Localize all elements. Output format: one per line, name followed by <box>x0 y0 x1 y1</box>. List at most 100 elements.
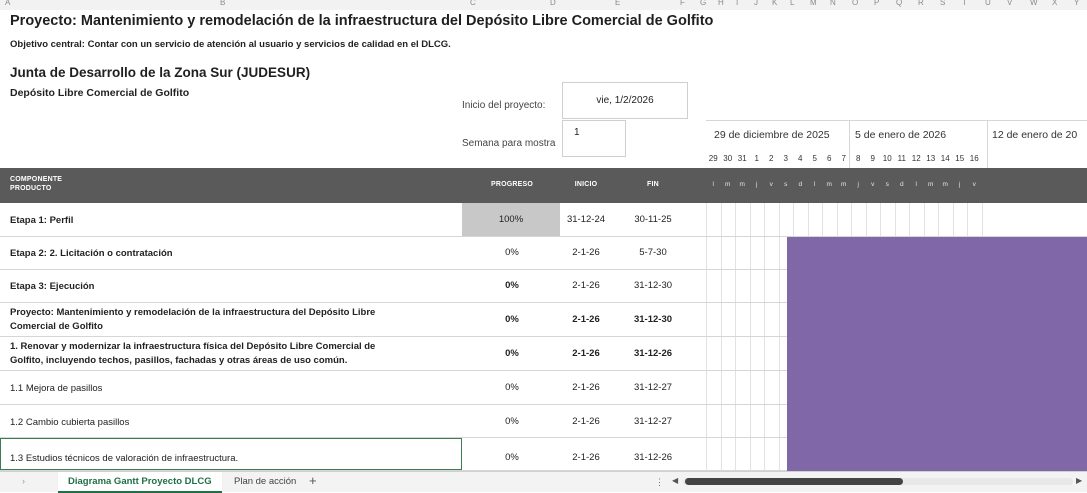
row-label: Etapa 3: Ejecución <box>10 281 95 292</box>
scroll-right-arrow-icon[interactable]: ▶ <box>1076 476 1082 485</box>
column-letter: C <box>470 0 476 7</box>
day-number: 16 <box>969 154 979 163</box>
column-letter: F <box>680 0 685 7</box>
table-row[interactable]: 1.2 Cambio cubierta pasillos 0% 2-1-26 3… <box>0 405 1087 438</box>
row-progress: 0% <box>505 416 519 427</box>
day-of-week: l <box>915 181 917 188</box>
day-number: 29 <box>708 154 718 163</box>
day-of-week: v <box>972 181 976 188</box>
table-row[interactable]: 1. Renovar y modernizar la infraestructu… <box>0 337 1087 371</box>
day-number: 7 <box>841 154 846 163</box>
horizontal-scrollbar[interactable] <box>683 478 1073 485</box>
day-number: 11 <box>897 154 906 163</box>
row-end: 31-12-26 <box>633 348 673 359</box>
calendar-header: 29 de diciembre de 2025 5 de enero de 20… <box>706 120 1087 169</box>
header-product: PRODUCTO <box>10 185 52 192</box>
day-number: 13 <box>926 154 936 163</box>
column-letter: I <box>736 0 739 7</box>
column-letter: H <box>718 0 724 7</box>
day-number: 10 <box>882 154 892 163</box>
header-component: COMPONENTE <box>10 176 63 183</box>
column-letter: Q <box>896 0 903 7</box>
row-progress: 0% <box>505 314 519 325</box>
column-letter: T <box>962 0 967 7</box>
project-objective: Objetivo central: Contar con un servicio… <box>10 39 451 50</box>
gantt-bar[interactable] <box>787 237 1087 270</box>
header-start: INICIO <box>574 181 598 188</box>
table-row[interactable]: 1.3 Estudios técnicos de valoración de i… <box>0 438 1087 471</box>
row-end: 31-12-27 <box>633 382 673 393</box>
day-number: 5 <box>812 154 817 163</box>
scroll-left-icon[interactable]: › <box>22 476 25 486</box>
row-start: 2-1-26 <box>572 247 600 258</box>
gantt-bar[interactable] <box>787 337 1087 371</box>
row-label: Proyecto: Mantenimiento y remodelación d… <box>10 307 376 318</box>
gantt-bar[interactable] <box>787 303 1087 337</box>
project-start-input[interactable]: vie, 1/2/2026 <box>562 82 688 119</box>
day-of-week: m <box>942 181 948 188</box>
row-start: 31-12-24 <box>566 214 606 225</box>
row-end: 30-11-25 <box>634 214 672 225</box>
column-letter: X <box>1052 0 1058 7</box>
header-end: FIN <box>647 181 659 188</box>
table-row[interactable]: Etapa 2: 2. Licitación o contratación 0%… <box>0 237 1087 270</box>
week-label: 12 de enero de 20 <box>992 129 1078 141</box>
column-letter: S <box>940 0 946 7</box>
day-number: 15 <box>955 154 965 163</box>
day-of-week: j <box>857 181 859 188</box>
day-of-week: d <box>899 181 904 188</box>
day-of-week: m <box>739 181 745 188</box>
day-of-week: s <box>784 181 788 188</box>
row-end: 31-12-30 <box>633 314 673 325</box>
day-number: 6 <box>827 154 832 163</box>
project-title: Proyecto: Mantenimiento y remodelación d… <box>10 13 714 29</box>
day-of-week: d <box>798 181 803 188</box>
column-letter: M <box>810 0 817 7</box>
row-start: 2-1-26 <box>572 416 600 427</box>
table-row[interactable]: Proyecto: Mantenimiento y remodelación d… <box>0 303 1087 337</box>
week-to-show-label: Semana para mostra <box>462 138 556 149</box>
column-header-strip: A B C D E F G H I J K L M N O P Q R S T U V W X Y <box>0 0 1087 10</box>
scrollbar-thumb[interactable] <box>685 478 903 485</box>
table-row[interactable]: Etapa 1: Perfil 100% 31-12-24 30-11-25 <box>0 203 1087 237</box>
scroll-separator-icon: ⋮ <box>655 477 664 487</box>
column-letter: L <box>790 0 795 7</box>
column-letter: B <box>220 0 226 7</box>
gantt-bar[interactable] <box>787 438 1087 471</box>
column-letter: V <box>1007 0 1013 7</box>
row-progress: 0% <box>505 382 519 393</box>
scroll-left-arrow-icon[interactable]: ◀ <box>672 476 678 485</box>
day-of-week: l <box>712 181 714 188</box>
table-header: COMPONENTE PRODUCTO PROGRESO INICIO FIN … <box>0 168 1087 203</box>
row-label: Etapa 1: Perfil <box>10 215 74 226</box>
row-progress: 100% <box>498 214 524 225</box>
column-letter: A <box>5 0 11 7</box>
department-name: Depósito Libre Comercial de Golfito <box>10 87 190 99</box>
table-row[interactable]: Etapa 3: Ejecución 0% 2-1-26 31-12-30 <box>0 270 1087 303</box>
row-progress: 0% <box>505 348 519 359</box>
row-label-line2: Golfito, incluyendo techos, pasillos, fa… <box>10 355 348 366</box>
tab-plan-de-accion[interactable]: Plan de acción <box>234 472 296 491</box>
gantt-bar[interactable] <box>787 405 1087 438</box>
row-start: 2-1-26 <box>572 452 600 463</box>
gantt-bar[interactable] <box>787 270 1087 303</box>
table-row[interactable]: 1.1 Mejora de pasillos 0% 2-1-26 31-12-2… <box>0 371 1087 405</box>
column-letter: U <box>985 0 991 7</box>
row-end: 31-12-27 <box>633 416 673 427</box>
day-number: 4 <box>798 154 803 163</box>
row-end: 31-12-30 <box>633 280 673 291</box>
day-of-week: m <box>725 181 731 188</box>
column-letter: P <box>874 0 880 7</box>
column-letter: N <box>830 0 836 7</box>
column-letter: E <box>615 0 621 7</box>
row-label-line2: Comercial de Golfito <box>10 321 103 332</box>
day-number: 31 <box>737 154 747 163</box>
week-to-show-input[interactable]: 1 <box>562 120 626 157</box>
row-start: 2-1-26 <box>572 314 600 325</box>
day-number: 14 <box>940 154 950 163</box>
gantt-bar[interactable] <box>787 371 1087 405</box>
tab-diagrama-gantt[interactable]: Diagrama Gantt Proyecto DLCG <box>58 472 222 493</box>
add-sheet-button[interactable]: + <box>309 472 317 491</box>
row-end: 31-12-26 <box>633 452 673 463</box>
row-label: 1.3 Estudios técnicos de valoración de i… <box>10 453 239 464</box>
